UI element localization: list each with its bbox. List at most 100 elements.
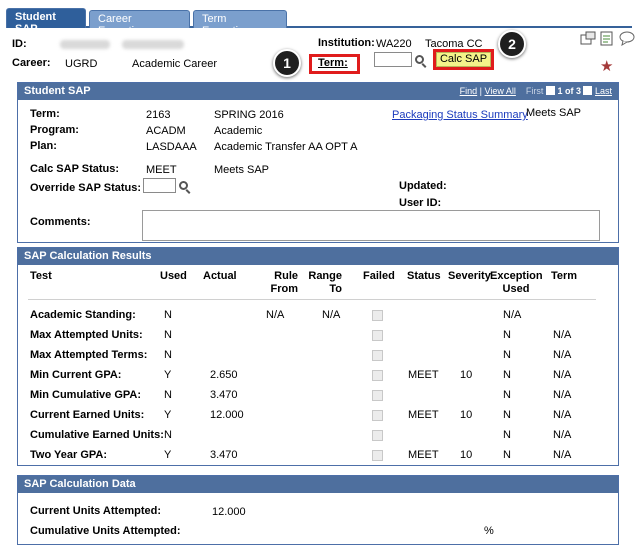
institution-code: WA220 (376, 38, 412, 50)
row-exception-used: N (503, 389, 511, 401)
col-actual: Actual (203, 270, 237, 282)
row-actual: 3.470 (210, 449, 238, 461)
row-failed-checkbox[interactable] (372, 390, 383, 401)
packaging-status-value: Meets SAP (526, 107, 582, 119)
row-exception-used: N (503, 449, 511, 461)
row-term: N/A (553, 329, 572, 341)
col-status: Status (407, 270, 441, 282)
career-value: UGRD (65, 58, 98, 70)
packaging-status-link[interactable]: Packaging Status Summary (392, 109, 528, 121)
row-exception-used: N (503, 369, 511, 381)
plan-code: LASDAAA (146, 141, 197, 153)
tab-bar: Student SAP Career Exceptions Term Excep… (6, 8, 632, 37)
plan-label: Plan: (30, 140, 57, 152)
row-term: N/A (553, 369, 572, 381)
row-test: Min Current GPA: (30, 369, 122, 381)
tab-term-exceptions[interactable]: Term Exceptions (193, 10, 287, 37)
scroll-nav: Find | View All First 1 of 3 Last (460, 86, 612, 96)
row-failed-checkbox[interactable] (372, 410, 383, 421)
program-label: Program: (30, 124, 79, 136)
program-code: ACADM (146, 125, 186, 137)
row-exception-used: N/A (503, 309, 522, 321)
callout-1: 1 (273, 49, 301, 77)
view-all-link[interactable]: View All (485, 86, 516, 96)
user-id-label: User ID: (399, 197, 442, 209)
col-exception-line1: Exception (490, 270, 543, 282)
row-term: N/A (553, 349, 572, 361)
comments-textarea[interactable] (142, 210, 600, 241)
plan-description: Academic Transfer AA OPT A (214, 141, 358, 153)
override-sap-status-label: Override SAP Status: (30, 182, 142, 194)
calc-sap-status-description: Meets SAP (214, 164, 270, 176)
favorite-star-icon[interactable]: ★ (600, 57, 613, 75)
row-failed-checkbox[interactable] (372, 370, 383, 381)
calc-sap-status-code: MEET (146, 164, 177, 176)
student-sap-header: Student SAP Find | View All First 1 of 3… (18, 83, 618, 100)
term-description: SPRING 2016 (214, 109, 284, 121)
row-failed-checkbox[interactable] (372, 310, 383, 321)
col-rule-line2: From (270, 283, 299, 295)
override-sap-status-input[interactable] (143, 178, 176, 193)
career-label: Career: (12, 57, 51, 69)
institution-label: Institution: (318, 37, 375, 49)
personalize-icon[interactable] (600, 31, 614, 46)
row-failed-checkbox[interactable] (372, 450, 383, 461)
help-icon[interactable] (619, 31, 635, 46)
nav-separator: | (479, 86, 483, 96)
sap-calc-data-header: SAP Calculation Data (18, 476, 618, 493)
row-failed-checkbox[interactable] (372, 430, 383, 441)
row-range: 1 of 3 (557, 86, 581, 96)
redacted-name (122, 40, 184, 49)
row-exception-used: N (503, 409, 511, 421)
row-exception-used: N (503, 329, 511, 341)
cumulative-units-percent: % (484, 525, 494, 537)
row-rule-from: N/A (266, 309, 285, 321)
row-term: N/A (553, 429, 572, 441)
col-exception-used: Exception Used (490, 270, 543, 296)
row-term: N/A (553, 389, 572, 401)
row-used: N (164, 309, 172, 321)
term-lookup-icon[interactable] (415, 55, 424, 64)
sap-results-header: SAP Calculation Results (18, 248, 618, 265)
col-range-line1: Range (308, 270, 342, 282)
sap-results-title: SAP Calculation Results (24, 250, 152, 262)
row-actual: 3.470 (210, 389, 238, 401)
row-used: N (164, 429, 172, 441)
row-failed-checkbox[interactable] (372, 350, 383, 361)
current-units-value: 12.000 (212, 506, 246, 518)
results-header-divider (28, 299, 596, 300)
previous-row-icon[interactable] (545, 86, 555, 95)
row-used: Y (164, 369, 172, 381)
row-exception-used: N (503, 429, 511, 441)
updated-label: Updated: (399, 180, 447, 192)
calc-sap-button[interactable]: Calc SAP (436, 52, 491, 67)
col-severity: Severity (448, 270, 491, 282)
student-sap-title: Student SAP (24, 85, 91, 97)
term-code: 2163 (146, 109, 171, 121)
row-failed-checkbox[interactable] (372, 330, 383, 341)
row-term: N/A (553, 449, 572, 461)
career-description: Academic Career (132, 58, 217, 70)
new-window-icon[interactable] (580, 31, 596, 46)
last-link[interactable]: Last (595, 86, 612, 96)
comments-label: Comments: (30, 216, 91, 228)
row-severity: 10 (460, 369, 473, 381)
current-units-label: Current Units Attempted: (30, 505, 161, 517)
row-status: MEET (408, 409, 439, 421)
row-exception-used: N (503, 349, 511, 361)
override-lookup-icon[interactable] (179, 181, 188, 190)
col-test: Test (30, 270, 52, 282)
first-label: First (525, 86, 544, 96)
row-test: Two Year GPA: (30, 449, 108, 461)
tab-student-sap[interactable]: Student SAP (6, 8, 86, 35)
col-used: Used (160, 270, 187, 282)
sap-calc-data-title: SAP Calculation Data (24, 478, 136, 490)
term-row-label: Term: (30, 108, 60, 120)
row-test: Academic Standing: (30, 309, 136, 321)
tab-career-exceptions[interactable]: Career Exceptions (89, 10, 190, 37)
term-input[interactable] (374, 52, 412, 67)
row-test: Max Attempted Units: (30, 329, 143, 341)
program-description: Academic (214, 125, 263, 137)
next-row-icon[interactable] (583, 86, 593, 95)
find-link[interactable]: Find (460, 86, 478, 96)
